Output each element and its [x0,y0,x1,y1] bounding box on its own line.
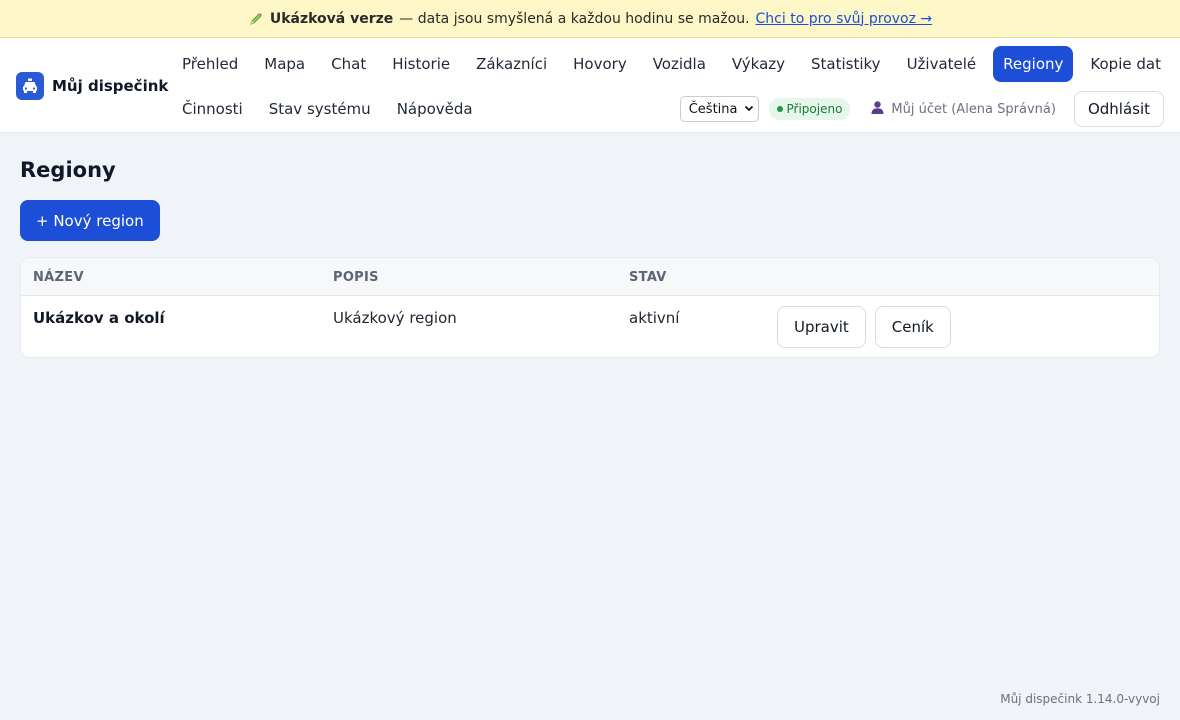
column-header-name: NÁZEV [33,270,84,285]
app-header: Můj dispečink Přehled Mapa Chat Historie… [0,38,1180,133]
user-icon [870,100,885,119]
region-description: Ukázkový region [333,309,457,327]
nav-item-napoveda[interactable]: Nápověda [384,91,486,127]
nav-item-mapa[interactable]: Mapa [251,46,318,82]
connection-status-badge: Připojeno [768,98,851,120]
nav-item-chat[interactable]: Chat [318,46,379,82]
row-actions: Upravit Ceník [777,306,951,348]
column-header-description: POPIS [333,270,379,285]
account-link[interactable]: Můj účet (Alena Správná) [870,100,1056,119]
banner-link[interactable]: Chci to pro svůj provoz → [756,11,933,27]
nav-item-regiony[interactable]: Regiony [993,46,1074,82]
nav-item-kopie-dat[interactable]: Kopie dat [1077,46,1174,82]
column-header-status: STAV [629,270,667,285]
nav-item-stav-systemu[interactable]: Stav systému [256,91,384,127]
nav-item-hovory[interactable]: Hovory [560,46,640,82]
header-tools: Čeština Připojeno Můj účet (Alena Správn… [679,91,1164,127]
pricelist-button[interactable]: Ceník [874,306,951,348]
nav-row-1: Přehled Mapa Chat Historie Zákazníci Hov… [169,46,1174,82]
brand[interactable]: Můj dispečink [16,72,168,100]
new-region-button[interactable]: + Nový region [20,200,160,241]
edit-button[interactable]: Upravit [777,306,866,348]
region-name: Ukázkov a okolí [33,309,165,327]
nav-item-uzivatele[interactable]: Uživatelé [894,46,990,82]
nav-item-statistiky[interactable]: Statistiky [798,46,894,82]
status-dot-icon [776,106,783,112]
nav-item-zakaznici[interactable]: Zákazníci [463,46,560,82]
regions-table: NÁZEV POPIS STAV Ukázkov a okolí Ukázkov… [20,257,1160,358]
chevron-down-icon [744,102,754,117]
nav-item-cinnosti[interactable]: Činnosti [169,91,256,127]
table-header: NÁZEV POPIS STAV [21,258,1159,296]
page-title: Regiony [20,158,116,182]
language-select-value: Čeština [688,101,738,117]
account-label: Můj účet (Alena Správná) [891,101,1056,117]
nav-item-historie[interactable]: Historie [379,46,463,82]
nav-row-2: Činnosti Stav systému Nápověda [169,91,486,127]
main-content: Regiony + Nový region NÁZEV POPIS STAV U… [20,133,1160,358]
region-status: aktivní [629,309,680,327]
connection-status-text: Připojeno [786,102,843,116]
nav-item-vykazy[interactable]: Výkazy [719,46,798,82]
language-select[interactable]: Čeština [679,96,759,122]
demo-banner: Ukázková verze — data jsou smyšlená a ka… [0,0,1180,38]
pencil-icon [248,11,264,27]
table-row: Ukázkov a okolí Ukázkový region aktivní … [21,296,1159,357]
nav-item-prehled[interactable]: Přehled [169,46,251,82]
logout-button[interactable]: Odhlásit [1073,91,1164,127]
taxi-icon [16,72,44,100]
banner-text: — data jsou smyšlená a každou hodinu se … [399,10,750,27]
brand-name: Můj dispečink [52,77,169,95]
nav-item-vozidla[interactable]: Vozidla [640,46,719,82]
banner-title: Ukázková verze [269,10,394,27]
app-version: Můj dispečink 1.14.0-vyvoj [1000,692,1160,706]
